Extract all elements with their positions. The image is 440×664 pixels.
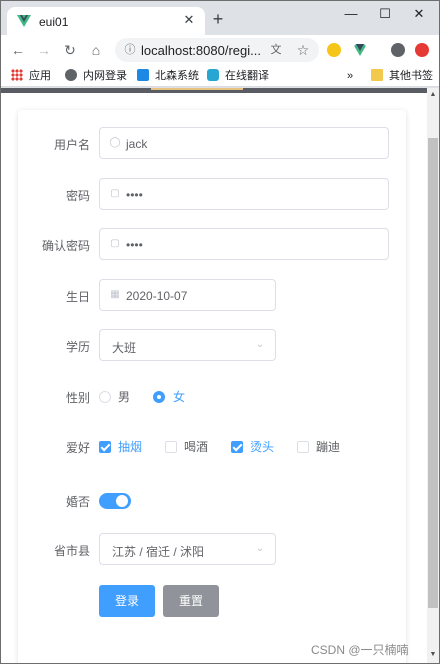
education-label: 学历: [65, 340, 90, 354]
home-icon[interactable]: ⌂: [87, 41, 105, 59]
maximize-icon[interactable]: ☐: [371, 5, 399, 23]
password-input[interactable]: ▢ ••••: [99, 178, 389, 210]
minimize-icon[interactable]: —: [337, 5, 365, 23]
close-window-icon[interactable]: ✕: [405, 5, 433, 23]
hobby-option-drink[interactable]: 喝酒: [184, 439, 208, 455]
url-text: localhost:8080/regi...: [141, 43, 261, 58]
switch-knob: [116, 495, 128, 507]
married-switch[interactable]: [99, 493, 131, 509]
reset-button[interactable]: 重置: [163, 585, 219, 617]
browser-toolbar: ← → ↻ ⌂ ⓘ localhost:8080/regi... 文 ☆: [1, 35, 439, 65]
register-form-card: 用户名 ◯ jack 密码 ▢ •••• 确认密码 ▢ •••• 生日 ▦ 20…: [18, 110, 406, 663]
region-label: 省市县: [53, 544, 90, 558]
scroll-down-icon[interactable]: ▼: [428, 650, 438, 660]
other-bookmarks[interactable]: 其他书签: [371, 69, 433, 83]
new-tab-button[interactable]: +: [209, 10, 227, 29]
reload-icon[interactable]: ↻: [61, 41, 79, 59]
bookmarks-overflow[interactable]: »: [347, 69, 353, 83]
apps-grid-icon: [11, 69, 23, 81]
browser-tab[interactable]: eui01 ✕: [7, 7, 205, 35]
married-label: 婚否: [65, 495, 90, 509]
chevron-down-icon: ⌄: [255, 339, 265, 350]
update-menu-icon[interactable]: [415, 43, 429, 57]
bookmarks-bar: 应用 内网登录 北森系统 在线翻译 » 其他书签: [1, 65, 439, 87]
bookmark-label: 应用: [29, 70, 51, 82]
region-value: 江苏 / 宿迁 / 沭阳: [112, 545, 205, 559]
lock-icon: ▢: [110, 188, 120, 199]
extension-icon[interactable]: [327, 43, 341, 57]
gender-radio-female[interactable]: [153, 391, 165, 403]
bookmark-intranet[interactable]: 内网登录: [65, 69, 127, 83]
education-value: 大班: [112, 341, 137, 355]
birthday-date-picker[interactable]: ▦ 2020-10-07: [99, 279, 276, 311]
bookmark-star-icon[interactable]: ☆: [295, 42, 311, 58]
password-label: 密码: [65, 189, 90, 203]
bookmark-label: 其他书签: [389, 70, 433, 82]
scrollbar-thumb[interactable]: [428, 138, 438, 608]
page-viewport: 用户名 ◯ jack 密码 ▢ •••• 确认密码 ▢ •••• 生日 ▦ 20…: [1, 88, 439, 663]
address-bar[interactable]: ⓘ localhost:8080/regi... 文 ☆: [115, 38, 319, 62]
bookmark-translate[interactable]: 在线翻译: [207, 69, 269, 83]
tab-title: eui01: [39, 15, 69, 29]
gender-option-female[interactable]: 女: [173, 389, 185, 405]
hobby-checkbox-perm[interactable]: [231, 441, 243, 453]
confirm-password-label: 确认密码: [41, 239, 90, 253]
bookmark-label: 北森系统: [155, 70, 199, 82]
bookmark-beisen[interactable]: 北森系统: [137, 69, 199, 83]
confirm-password-value: ••••: [126, 238, 143, 252]
gender-radio-male[interactable]: [99, 391, 111, 403]
user-icon: ◯: [109, 137, 121, 148]
username-input[interactable]: ◯ jack: [99, 127, 389, 159]
region-cascader[interactable]: 江苏 / 宿迁 / 沭阳 ⌄: [99, 533, 276, 565]
hobby-checkbox-dance[interactable]: [297, 441, 309, 453]
bookmark-apps[interactable]: 应用: [11, 69, 51, 83]
gender-option-male[interactable]: 男: [118, 389, 130, 405]
lock-icon: ▢: [110, 238, 120, 249]
bookmark-label: 内网登录: [83, 70, 127, 82]
profile-avatar-icon[interactable]: [391, 43, 405, 57]
username-value: jack: [126, 137, 148, 151]
hobby-option-dance[interactable]: 蹦迪: [316, 439, 340, 455]
vue-devtools-icon[interactable]: [353, 43, 367, 57]
gender-label: 性别: [65, 391, 90, 405]
vertical-scrollbar[interactable]: ▲ ▼: [427, 88, 439, 663]
translate-icon[interactable]: 文: [269, 43, 283, 57]
bookmark-d-icon: [207, 69, 219, 81]
vue-logo-icon: [17, 15, 31, 27]
birthday-value: 2020-10-07: [126, 289, 188, 303]
password-value: ••••: [126, 188, 143, 202]
bookmark-i-icon: [137, 69, 149, 81]
chevron-down-icon: ⌄: [255, 543, 265, 554]
back-icon[interactable]: ←: [9, 41, 27, 59]
browser-window: eui01 ✕ + — ☐ ✕ ← → ↻ ⌂ ⓘ localhost:8080…: [0, 0, 440, 664]
site-info-icon[interactable]: ⓘ: [123, 43, 137, 57]
confirm-password-input[interactable]: ▢ ••••: [99, 228, 389, 260]
csdn-watermark: CSDN @一只楠喃: [311, 643, 409, 657]
scroll-up-icon[interactable]: ▲: [428, 90, 438, 100]
birthday-label: 生日: [65, 290, 90, 304]
close-tab-icon[interactable]: ✕: [181, 12, 197, 28]
hobby-checkbox-drink[interactable]: [165, 441, 177, 453]
page-top-strip: [1, 88, 427, 93]
hobby-option-smoke[interactable]: 抽烟: [118, 439, 142, 455]
globe-icon: [65, 69, 77, 81]
login-button[interactable]: 登录: [99, 585, 155, 617]
forward-icon[interactable]: →: [35, 41, 53, 59]
top-strip-accent: [151, 88, 243, 90]
title-bar: eui01 ✕ + — ☐ ✕: [1, 1, 439, 35]
hobby-option-perm[interactable]: 烫头: [250, 439, 274, 455]
bookmark-label: 在线翻译: [225, 70, 269, 82]
hobbies-label: 爱好: [65, 441, 90, 455]
username-label: 用户名: [53, 138, 90, 152]
folder-icon: [371, 69, 383, 81]
calendar-icon: ▦: [110, 289, 120, 300]
education-select[interactable]: 大班 ⌄: [99, 329, 276, 361]
hobby-checkbox-smoke[interactable]: [99, 441, 111, 453]
